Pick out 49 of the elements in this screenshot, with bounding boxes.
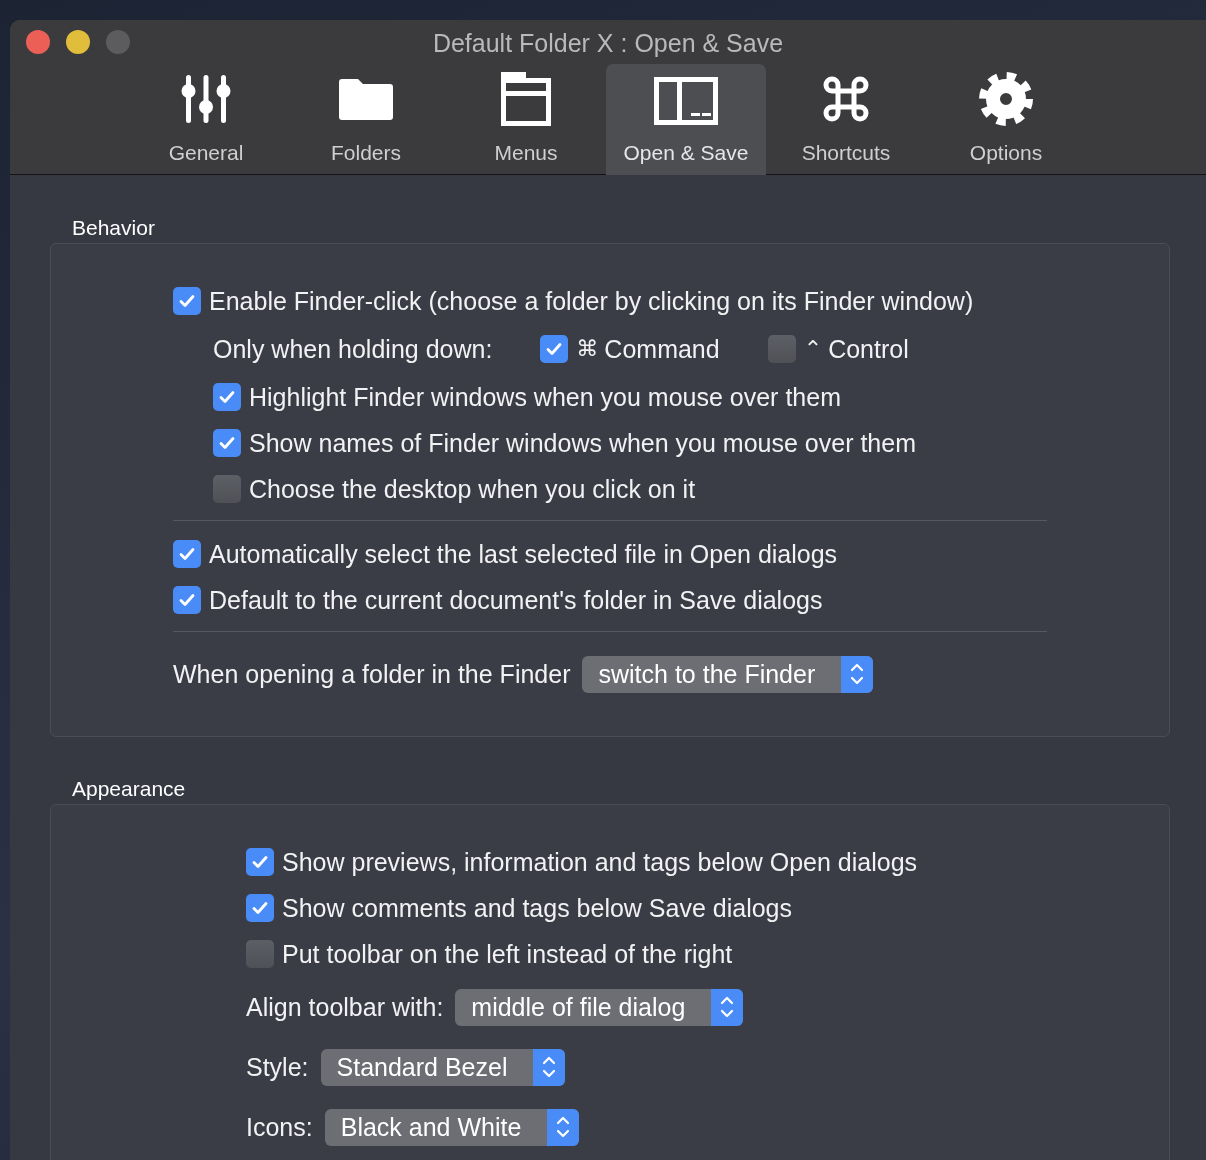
up-down-chevron-icon bbox=[541, 1054, 558, 1080]
toolbar-tab[interactable]: Open & Save bbox=[606, 64, 766, 175]
checkbox[interactable] bbox=[213, 429, 241, 457]
toolbar-tab[interactable]: Shortcuts bbox=[766, 64, 926, 175]
up-down-chevron-icon bbox=[849, 661, 866, 687]
checkbox[interactable] bbox=[173, 287, 201, 315]
checkbox[interactable] bbox=[213, 475, 241, 503]
toolbar-tab[interactable]: Menus bbox=[446, 64, 606, 175]
window-title: Default Folder X : Open & Save bbox=[432, 29, 784, 57]
checkbox[interactable] bbox=[767, 335, 796, 363]
toolbar-tab[interactable]: Options bbox=[926, 64, 1086, 175]
popup-label: Icons: bbox=[246, 1112, 313, 1142]
checkbox[interactable] bbox=[173, 586, 201, 614]
checkbox-label[interactable]: Highlight Finder windows when you mouse over them bbox=[249, 382, 841, 412]
checkbox[interactable] bbox=[213, 383, 241, 411]
checkbox-label[interactable]: Control bbox=[828, 334, 909, 364]
checkbox[interactable] bbox=[246, 894, 274, 922]
up-down-chevron-icon bbox=[719, 994, 736, 1020]
key-symbol: ⌘ bbox=[576, 336, 599, 362]
popup-menu[interactable]: Standard Bezel bbox=[320, 1048, 566, 1086]
checkbox[interactable] bbox=[246, 848, 274, 876]
key-symbol: ⌃ bbox=[803, 336, 823, 362]
checkbox-label[interactable]: Show previews, information and tags below Open dialogs bbox=[282, 847, 918, 877]
checkbox-label[interactable]: Choose the desktop when you click on it bbox=[249, 474, 696, 504]
modifier-label: Only when holding down: bbox=[213, 334, 493, 364]
minimize-button[interactable] bbox=[66, 30, 90, 54]
checkbox-label[interactable]: Put toolbar on the left instead of the right bbox=[282, 939, 733, 969]
close-button[interactable] bbox=[26, 30, 50, 54]
popup-label: When opening a folder in the Finder bbox=[173, 659, 571, 689]
popup-label: Align toolbar with: bbox=[246, 992, 444, 1022]
popup-menu[interactable]: switch to the Finder bbox=[582, 655, 874, 693]
checkbox-label[interactable]: Automatically select the last selected file in Open dialogs bbox=[209, 539, 838, 569]
checkbox-label[interactable]: Command bbox=[604, 334, 720, 364]
gear-icon bbox=[976, 69, 1036, 129]
toolbar-tab[interactable]: General bbox=[126, 64, 286, 175]
popup-menu[interactable]: middle of file dialog bbox=[455, 988, 744, 1026]
checkbox-label[interactable]: Default to the current document's folder in Save dialogs bbox=[209, 585, 823, 615]
checkbox-label[interactable]: Show comments and tags below Save dialogs bbox=[282, 893, 792, 923]
checkbox-label[interactable]: Show names of Finder windows when you mouse over them bbox=[249, 428, 916, 458]
checkbox-label[interactable]: Enable Finder-click (choose a folder by clicking on its Finder window) bbox=[209, 286, 974, 316]
checkbox[interactable] bbox=[540, 335, 569, 363]
checkbox[interactable] bbox=[246, 940, 274, 968]
popup-label: Style: bbox=[246, 1052, 309, 1082]
popup-menu[interactable]: Black and White bbox=[324, 1108, 580, 1146]
toolbar-tab[interactable]: Folders bbox=[286, 64, 446, 175]
up-down-chevron-icon bbox=[555, 1114, 572, 1140]
section-heading: Behavior bbox=[71, 216, 156, 240]
checkbox[interactable] bbox=[173, 540, 201, 568]
section-heading: Appearance bbox=[71, 777, 187, 801]
